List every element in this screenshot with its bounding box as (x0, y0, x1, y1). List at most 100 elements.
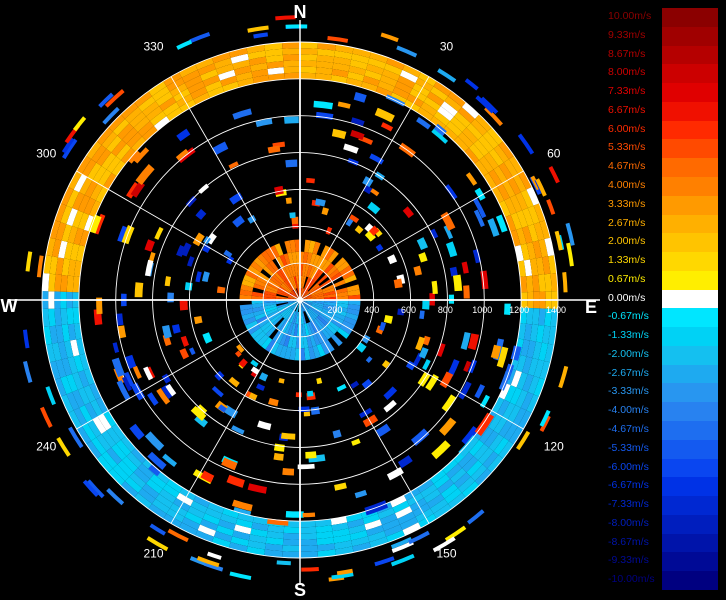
echo-cell (285, 510, 304, 518)
echo-cell (439, 417, 457, 436)
echo-cell (461, 261, 469, 274)
range-label: 400 (364, 305, 379, 315)
echo-cell (444, 525, 467, 542)
echo-cell (23, 360, 33, 383)
echo-cell (295, 392, 302, 398)
range-label: 1200 (509, 305, 529, 315)
colorbar-swatch (662, 571, 718, 591)
colorbar-swatch (662, 26, 718, 47)
azimuth-label: 60 (547, 147, 561, 161)
colorbar-label: 8.00m/s (608, 66, 646, 79)
echo-cell (185, 195, 197, 208)
echo-cell (72, 116, 87, 132)
echo-cell (354, 225, 364, 235)
echo-cell (431, 440, 451, 460)
colorbar-swatch (662, 139, 718, 159)
colorbar-row: -4.00m/s (606, 402, 718, 422)
echo-cell (211, 386, 224, 398)
echo-cell (226, 474, 245, 488)
azimuth-label: 120 (544, 440, 564, 454)
echo-cell (393, 278, 403, 289)
echo-cell (413, 265, 422, 276)
colorbar-swatch (662, 533, 718, 553)
echo-cell (22, 329, 30, 349)
colorbar-label: 9.33m/s (608, 28, 646, 41)
colorbar-label: 6.00m/s (608, 122, 646, 135)
range-label: 1400 (546, 305, 566, 315)
ring-cell (300, 545, 318, 552)
echo-cell (247, 483, 267, 494)
echo-cell (375, 243, 384, 252)
colorbar-row: 8.67m/s (606, 45, 718, 65)
colorbar-swatch (662, 514, 718, 535)
colorbar-label: -2.67m/s (608, 366, 649, 379)
echo-cell (445, 241, 458, 258)
echo-cell (467, 509, 485, 525)
colorbar-label: -8.67m/s (608, 535, 649, 548)
echo-cell (149, 523, 166, 536)
echo-cell (354, 489, 368, 499)
colorbar-label: 6.67m/s (608, 103, 646, 116)
echo-cell (347, 157, 359, 166)
echo-cell (465, 172, 478, 186)
range-label: 600 (401, 305, 416, 315)
colorbar-swatch (662, 383, 718, 403)
ring-cell (282, 551, 300, 558)
echo-cell (336, 383, 347, 392)
echo-cell (206, 551, 222, 560)
echo-cell (111, 357, 125, 378)
echo-cell (441, 394, 457, 413)
colorbar-label: -2.00m/s (608, 347, 649, 360)
colorbar-label: 5.33m/s (608, 141, 646, 154)
colorbar-row: 8.00m/s (606, 64, 718, 84)
colorbar-swatch (662, 439, 718, 460)
ring-cell (526, 275, 534, 293)
colorbar-label: 4.67m/s (608, 160, 646, 173)
colorbar-row: 5.33m/s (606, 139, 718, 159)
compass-south: S (294, 580, 306, 600)
echo-cell (350, 380, 360, 389)
colorbar-label: 4.00m/s (608, 178, 646, 191)
colorbar-swatch (662, 214, 718, 234)
colorbar-swatch (662, 289, 718, 309)
echo-cell (301, 566, 319, 572)
echo-cell (313, 100, 334, 110)
echo-cell (40, 406, 53, 428)
echo-cell (278, 377, 285, 384)
colorbar-swatch (662, 233, 718, 253)
echo-cell (276, 560, 291, 566)
echo-cell (132, 365, 142, 380)
echo-cell (437, 68, 457, 83)
ring-cell (66, 307, 74, 325)
compass-west: W (1, 296, 18, 316)
compass-east: E (585, 297, 597, 317)
echo-cell (273, 452, 284, 461)
echo-cell (25, 251, 33, 272)
colorbar-swatch (662, 45, 718, 65)
echo-cell (390, 553, 415, 567)
colorbar-row: -1.33m/s (606, 327, 718, 347)
echo-cell (355, 342, 367, 353)
colorbar-row: -6.00m/s (606, 458, 718, 478)
echo-cell (250, 359, 259, 368)
colorbar-label: 7.33m/s (608, 85, 646, 98)
echo-cell (396, 45, 418, 58)
azimuth-spoke (299, 76, 430, 301)
colorbar-row: 0.67m/s (606, 270, 718, 291)
azimuth-spoke (76, 299, 301, 430)
echo-cell (387, 254, 398, 265)
echo-cell (180, 335, 190, 347)
colorbar-swatch (662, 308, 718, 328)
echo-cell (171, 324, 181, 334)
colorbar-label: -1.33m/s (608, 329, 649, 342)
colorbar-row: -2.67m/s (606, 364, 718, 384)
colorbar-swatch (662, 458, 718, 478)
colorbar-swatch (662, 327, 718, 347)
colorbar-row: 0.00m/s (606, 289, 718, 309)
echo-cell (176, 39, 193, 50)
colorbar-swatch (662, 195, 718, 215)
azimuth-label: 150 (436, 547, 456, 561)
echo-cell (474, 384, 486, 399)
echo-cell (144, 239, 155, 252)
echo-cell (365, 356, 373, 363)
